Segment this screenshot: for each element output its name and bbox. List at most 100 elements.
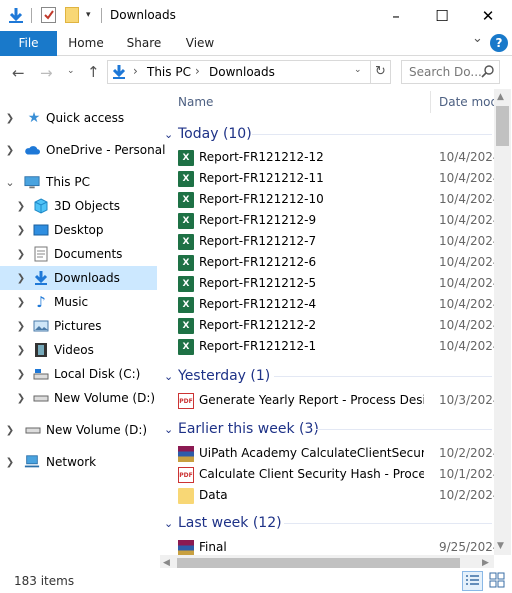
large-icons-view-icon[interactable]	[488, 571, 508, 591]
file-name: Report-FR121212-4	[199, 297, 317, 311]
breadcrumb-separator[interactable]: ›	[133, 64, 138, 78]
breadcrumb-downloads[interactable]: Downloads	[209, 65, 275, 79]
nav-item-music[interactable]: ❯ ♪ Music	[0, 290, 157, 314]
file-row[interactable]: PDF Calculate Client Security Hash - Proc…	[176, 464, 494, 485]
file-name: Final	[199, 540, 227, 554]
recent-locations-icon[interactable]: ⌄	[67, 66, 75, 76]
file-row[interactable]: X Report-FR121212-4 10/4/2024	[176, 294, 494, 315]
chevron-right-icon[interactable]: ❯	[15, 321, 27, 332]
file-name: Calculate Client Security Hash - Process…	[199, 467, 424, 481]
file-row[interactable]: UiPath Academy CalculateClientSecurity..…	[176, 443, 494, 464]
scroll-down-icon[interactable]: ▼	[497, 541, 504, 551]
file-row[interactable]: X Report-FR121212-7 10/4/2024	[176, 231, 494, 252]
tab-file[interactable]: File	[0, 31, 57, 56]
tab-view[interactable]: View	[178, 31, 222, 56]
nav-item-desktop[interactable]: ❯ Desktop	[0, 218, 157, 242]
file-row[interactable]: X Report-FR121212-6 10/4/2024	[176, 252, 494, 273]
search-icon	[481, 64, 497, 80]
expand-ribbon-icon[interactable]: ⌄	[472, 31, 483, 46]
new-folder-icon[interactable]	[65, 7, 79, 23]
chevron-right-icon[interactable]: ❯	[15, 249, 27, 260]
file-row[interactable]: X Report-FR121212-12 10/4/2024	[176, 147, 494, 168]
nav-item-downloads[interactable]: ❯ Downloads	[0, 266, 157, 290]
group-header-last-week[interactable]: ⌄ Last week (12)	[164, 512, 282, 534]
nav-item-new-volume-d[interactable]: ❯ New Volume (D:)	[0, 386, 157, 410]
chevron-right-icon[interactable]: ❯	[15, 345, 27, 356]
chevron-down-icon[interactable]: ⌄	[164, 370, 178, 383]
nav-item-new-volume-d-root[interactable]: ❯ New Volume (D:)	[0, 418, 157, 442]
nav-item-3d-objects[interactable]: ❯ 3D Objects	[0, 194, 157, 218]
column-header-name[interactable]: Name	[178, 89, 428, 115]
chevron-right-icon[interactable]: ❯	[4, 113, 16, 124]
tab-share[interactable]: Share	[120, 31, 168, 56]
group-header-yesterday[interactable]: ⌄ Yesterday (1)	[164, 365, 270, 387]
nav-label: Network	[46, 455, 97, 469]
file-name: Report-FR121212-2	[199, 318, 317, 332]
properties-icon[interactable]	[41, 7, 56, 23]
tab-home[interactable]: Home	[63, 31, 109, 56]
nav-item-quick-access[interactable]: ❯ ★ Quick access	[0, 106, 157, 130]
scroll-right-icon[interactable]: ▶	[482, 558, 489, 568]
maximize-button[interactable]: ☐	[419, 0, 465, 31]
back-arrow-icon[interactable]: ←	[12, 64, 25, 82]
chevron-right-icon[interactable]: ❯	[15, 297, 27, 308]
group-divider	[274, 376, 492, 377]
file-date: 10/4/2024	[439, 192, 494, 206]
chevron-down-icon[interactable]: ⌄	[164, 423, 178, 436]
chevron-right-icon[interactable]: ❯	[4, 145, 16, 156]
nav-item-local-disk-c[interactable]: ❯ Local Disk (C:)	[0, 362, 157, 386]
close-button[interactable]: ✕	[465, 0, 511, 31]
file-row[interactable]: X Report-FR121212-1 10/4/2024	[176, 336, 494, 357]
group-header-today[interactable]: ⌄ Today (10)	[164, 123, 252, 145]
customize-quick-access-icon[interactable]: ▾	[86, 10, 91, 20]
address-bar[interactable]: › This PC › Downloads ⌄ ↻	[107, 60, 391, 84]
file-row[interactable]: X Report-FR121212-10 10/4/2024	[176, 189, 494, 210]
column-header-date[interactable]: Date modi	[439, 89, 494, 115]
music-note-icon: ♪	[36, 293, 46, 311]
chevron-right-icon[interactable]: ❯	[4, 425, 16, 436]
pictures-icon	[33, 318, 49, 334]
breadcrumb-separator[interactable]: ›	[195, 64, 200, 78]
scroll-thumb[interactable]	[496, 106, 509, 146]
details-view-icon[interactable]	[462, 571, 483, 591]
chevron-down-icon[interactable]: ⌄	[164, 128, 178, 141]
chevron-down-icon[interactable]: ⌄	[164, 517, 178, 530]
breadcrumb-this-pc[interactable]: This PC	[147, 65, 191, 79]
refresh-icon[interactable]: ↻	[370, 61, 390, 83]
nav-item-onedrive[interactable]: ❯ OneDrive - Personal	[0, 138, 166, 162]
file-row[interactable]: PDF Generate Yearly Report - Process Desi…	[176, 390, 494, 411]
search-input[interactable]: Search Do...	[401, 60, 500, 84]
chevron-right-icon[interactable]: ❯	[15, 369, 27, 380]
minimize-button[interactable]: –	[373, 0, 419, 31]
column-divider[interactable]	[430, 91, 431, 113]
file-date: 10/4/2024	[439, 276, 494, 290]
forward-arrow-icon[interactable]: →	[40, 64, 53, 82]
nav-item-videos[interactable]: ❯ Videos	[0, 338, 157, 362]
nav-item-pictures[interactable]: ❯ Pictures	[0, 314, 157, 338]
chevron-right-icon[interactable]: ❯	[15, 201, 27, 212]
quick-access-download-icon[interactable]	[8, 7, 24, 24]
nav-item-documents[interactable]: ❯ Documents	[0, 242, 157, 266]
scroll-up-icon[interactable]: ▲	[497, 92, 504, 102]
nav-item-this-pc[interactable]: ⌄ This PC	[0, 170, 157, 194]
help-icon[interactable]: ?	[490, 34, 508, 52]
chevron-right-icon[interactable]: ❯	[15, 273, 27, 284]
chevron-right-icon[interactable]: ❯	[15, 225, 27, 236]
chevron-right-icon[interactable]: ❯	[15, 393, 27, 404]
file-row[interactable]: X Report-FR121212-11 10/4/2024	[176, 168, 494, 189]
group-title: Yesterday (1)	[178, 368, 271, 384]
chevron-down-icon[interactable]: ⌄	[4, 176, 16, 189]
file-row[interactable]: X Report-FR121212-2 10/4/2024	[176, 315, 494, 336]
file-row[interactable]: X Report-FR121212-5 10/4/2024	[176, 273, 494, 294]
up-arrow-icon[interactable]: ↑	[87, 63, 100, 81]
chevron-right-icon[interactable]: ❯	[4, 457, 16, 468]
file-row[interactable]: X Report-FR121212-9 10/4/2024	[176, 210, 494, 231]
group-header-earlier-this-week[interactable]: ⌄ Earlier this week (3)	[164, 418, 319, 440]
excel-file-icon: X	[178, 339, 194, 355]
vertical-scrollbar[interactable]: ▲ ▼	[494, 89, 511, 555]
address-dropdown-icon[interactable]: ⌄	[354, 65, 362, 75]
nav-item-network[interactable]: ❯ Network	[0, 450, 157, 474]
scroll-left-icon[interactable]: ◀	[163, 558, 170, 568]
file-row[interactable]: Data 10/2/2024	[176, 485, 494, 506]
excel-file-icon: X	[178, 234, 194, 250]
